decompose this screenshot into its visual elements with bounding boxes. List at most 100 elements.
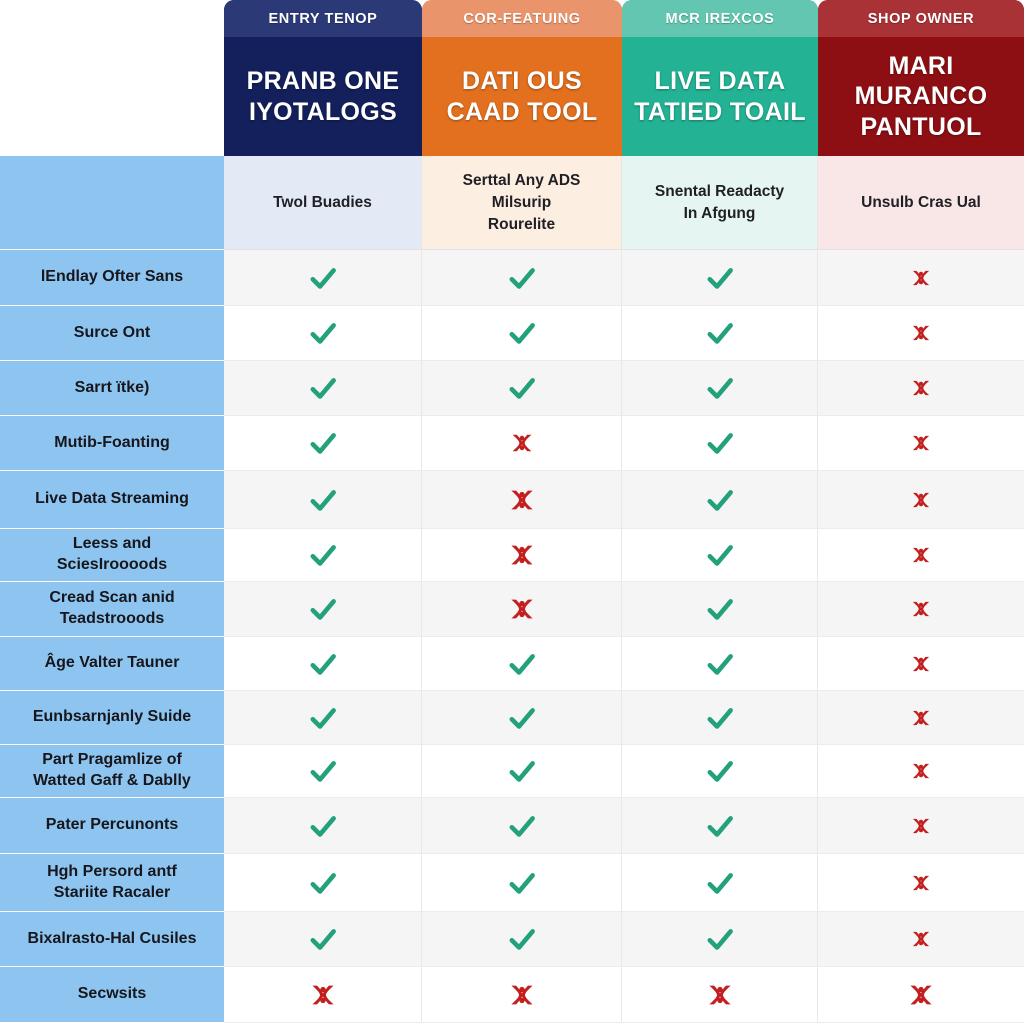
row-label: Eunbsarnjanly Suide <box>0 691 224 745</box>
column-header-4[interactable]: SHOP OWNER MARI MURANCO PANTUOL <box>818 0 1024 156</box>
row-label: Secwsits <box>0 967 224 1023</box>
cross-icon <box>505 592 539 626</box>
column-eyebrow-3: MCR IREXCOS <box>622 0 818 37</box>
column-eyebrow-4: SHOP OWNER <box>818 0 1024 37</box>
table-cell <box>622 745 818 798</box>
table-cell <box>422 250 622 306</box>
check-icon <box>707 545 733 566</box>
column-title-3: LIVE DATA TATIED TOAIL <box>634 67 806 126</box>
table-cell <box>622 529 818 582</box>
check-icon <box>707 815 733 837</box>
table-cell <box>818 691 1024 745</box>
cross-icon <box>908 487 934 513</box>
row-label: Bixalrasto-Hal Cusiles <box>0 912 224 967</box>
table-cell <box>622 967 818 1023</box>
check-icon <box>707 267 733 289</box>
check-icon <box>509 872 535 894</box>
table-cell <box>622 582 818 637</box>
table-cell <box>422 691 622 745</box>
table-cell <box>622 471 818 529</box>
table-cell <box>224 798 422 854</box>
check-icon <box>707 378 733 399</box>
cross-icon <box>908 651 934 677</box>
check-icon <box>310 545 336 566</box>
table-cell <box>422 306 622 361</box>
table-cell <box>818 582 1024 637</box>
cross-icon <box>908 265 934 291</box>
column-header-1[interactable]: ENTRY TENOP PRANB ONE IYOTALOGS <box>224 0 422 156</box>
table-cell <box>818 250 1024 306</box>
cross-icon <box>908 813 934 839</box>
table-cell <box>224 745 422 798</box>
cross-icon <box>908 705 934 731</box>
column-subtitle-2: Serttal Any ADS Milsurip Rourelite <box>422 156 622 250</box>
table-cell <box>422 967 622 1023</box>
check-icon <box>310 707 336 729</box>
table-cell <box>422 912 622 967</box>
table-cell <box>818 471 1024 529</box>
table-cell <box>224 582 422 637</box>
table-cell <box>422 745 622 798</box>
table-cell <box>422 582 622 637</box>
row-label: Leess and SciesIroooods <box>0 529 224 582</box>
check-icon <box>707 761 733 782</box>
cross-icon <box>908 320 934 346</box>
table-cell <box>422 416 622 471</box>
check-icon <box>707 653 733 675</box>
table-cell <box>818 854 1024 912</box>
table-cell <box>622 637 818 691</box>
row-label: Cread Scan anid Teadstrooods <box>0 582 224 637</box>
table-cell <box>818 416 1024 471</box>
table-cell <box>224 471 422 529</box>
check-icon <box>310 378 336 399</box>
table-cell <box>422 637 622 691</box>
row-label: lEndlay Ofter Sans <box>0 250 224 306</box>
cross-icon <box>908 596 934 622</box>
cross-icon <box>908 542 934 568</box>
row-label: Pater Percunonts <box>0 798 224 854</box>
column-subtitle-1: Twol Buadies <box>224 156 422 250</box>
table-cell <box>422 854 622 912</box>
cross-icon <box>908 758 934 784</box>
table-cell <box>224 637 422 691</box>
cross-icon <box>908 430 934 456</box>
table-cell <box>422 361 622 416</box>
cross-icon <box>908 870 934 896</box>
table-cell <box>622 416 818 471</box>
table-cell <box>224 416 422 471</box>
column-subtitle-4: Unsulb Cras Ual <box>818 156 1024 250</box>
column-eyebrow-1: ENTRY TENOP <box>224 0 422 37</box>
check-icon <box>509 707 535 729</box>
table-cell <box>224 691 422 745</box>
table-cell <box>224 529 422 582</box>
check-icon <box>310 489 336 511</box>
cross-icon <box>908 375 934 401</box>
row-label: Live Data Streaming <box>0 471 224 529</box>
table-cell <box>422 529 622 582</box>
check-icon <box>707 872 733 894</box>
column-subtitle-3: Snental Readacty In Afgung <box>622 156 818 250</box>
row-label: Surce Ont <box>0 306 224 361</box>
table-cell <box>224 361 422 416</box>
table-cell <box>422 798 622 854</box>
column-header-3[interactable]: MCR IREXCOS LIVE DATA TATIED TOAIL <box>622 0 818 156</box>
table-cell <box>224 306 422 361</box>
check-icon <box>310 761 336 782</box>
cross-icon <box>904 978 938 1012</box>
table-cell <box>224 912 422 967</box>
cross-icon <box>505 538 539 572</box>
column-header-2[interactable]: COR-FEATUING DATI OUS CAAD TOOL <box>422 0 622 156</box>
table-cell <box>622 250 818 306</box>
column-title-4: MARI MURANCO PANTUOL <box>854 51 988 141</box>
check-icon <box>310 872 336 894</box>
check-icon <box>509 929 535 950</box>
table-cell <box>818 361 1024 416</box>
check-icon <box>310 815 336 837</box>
row-label: Âge Valter Tauner <box>0 637 224 691</box>
header-corner-spacer <box>0 0 224 156</box>
feature-comparison-table: ENTRY TENOP PRANB ONE IYOTALOGS COR-FEATUI… <box>0 0 1024 1023</box>
check-icon <box>310 323 336 344</box>
cross-icon <box>505 483 539 517</box>
check-icon <box>707 323 733 344</box>
check-icon <box>509 378 535 399</box>
